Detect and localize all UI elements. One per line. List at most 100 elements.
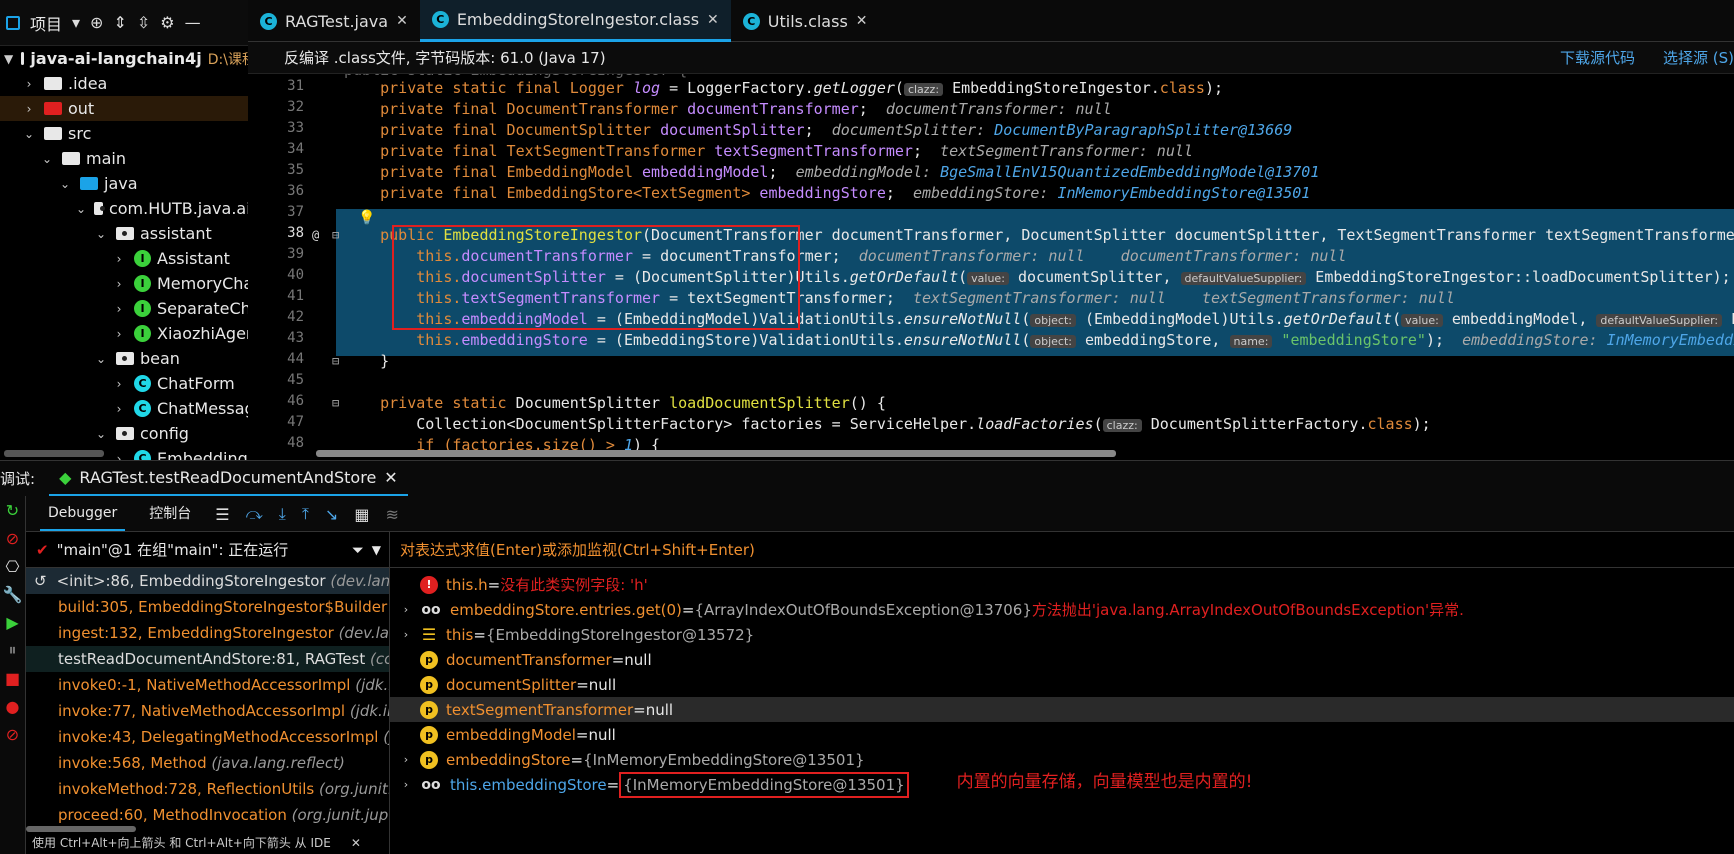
rerun-icon[interactable]: ↻	[0, 496, 25, 524]
frame-item[interactable]: invoke0:-1, NativeMethodAccessorImpl (jd…	[26, 672, 389, 698]
mute-breakpoints-icon[interactable]: ⊘	[0, 720, 25, 748]
chevron-down-icon[interactable]: ⌄	[94, 352, 108, 366]
variable-row[interactable]: p textSegmentTransformer = null	[390, 697, 1734, 722]
evaluate-icon[interactable]: ▦	[354, 505, 369, 524]
tab-console[interactable]: 控制台	[141, 495, 199, 533]
bulb-icon[interactable]: 💡	[358, 210, 375, 226]
chevron-down-icon[interactable]: ⌄	[94, 227, 108, 241]
tree-item-bean[interactable]: ⌄ bean	[0, 346, 270, 371]
choose-sources-link[interactable]: 选择源 (S)	[1663, 47, 1734, 68]
inline-value-link[interactable]: InMemoryEmbeddingStore@13501	[1607, 331, 1734, 349]
chevron-right-icon[interactable]: ›	[112, 252, 126, 266]
pause-icon[interactable]: ⏸	[0, 636, 25, 664]
close-icon[interactable]: ✕	[351, 836, 361, 850]
close-icon[interactable]: ✕	[396, 13, 408, 29]
evaluate-expression-input[interactable]: 对表达式求值(Enter)或添加监视(Ctrl+Shift+Enter)	[390, 532, 1734, 568]
inline-value-link[interactable]: BgeSmallEnV15QuantizedEmbeddingModel@137…	[940, 163, 1319, 181]
frame-item[interactable]: proceed:60, MethodInvocation (org.junit.…	[26, 802, 389, 828]
chevron-down-icon[interactable]: ⌄	[22, 127, 36, 141]
camera-icon[interactable]: ⎔	[0, 552, 25, 580]
tree-item-idea[interactable]: › .idea	[0, 71, 270, 96]
tree-item-assistant[interactable]: ⌄ assistant	[0, 221, 270, 246]
step-into-icon[interactable]: ⤓	[279, 504, 286, 524]
chevron-down-icon[interactable]: ⌄	[76, 202, 86, 216]
settings-gear-icon[interactable]: ⚙	[160, 13, 174, 32]
view-breakpoints-icon[interactable]: ●	[0, 692, 25, 720]
tree-item-config[interactable]: ⌄ config	[0, 421, 270, 446]
frame-item[interactable]: invoke:77, NativeMethodAccessorImpl (jdk…	[26, 698, 389, 724]
tree-item-java[interactable]: ⌄ java	[0, 171, 270, 196]
thread-selector[interactable]: ✔ "main"@1 在组"main": 正在运行 ⏷ ▼	[26, 532, 389, 568]
variable-row[interactable]: ! this.h = 没有此类实例字段: 'h'	[390, 572, 1734, 597]
tree-item-out[interactable]: › out	[0, 96, 270, 121]
tree-item-memorychat[interactable]: › I MemoryChat	[0, 271, 270, 296]
tree-item-package[interactable]: ⌄ com.HUTB.java.ai.la	[0, 196, 270, 221]
tree-item-chatmessage[interactable]: › C ChatMessage	[0, 396, 270, 421]
filter-icon[interactable]: ⏷	[352, 541, 364, 559]
variable-row[interactable]: p embeddingModel = null	[390, 722, 1734, 747]
chevron-down-icon[interactable]: ⌄	[94, 427, 108, 441]
stop-icon[interactable]: ■	[0, 664, 25, 692]
inline-value-link[interactable]: DocumentByParagraphSplitter@13669	[994, 121, 1292, 139]
chevron-right-icon[interactable]: ›	[22, 77, 36, 91]
code-editor[interactable]: 31 32 33 34 35 36 37 38 39 40 41 42 43 4…	[248, 74, 1734, 460]
tab-embeddingstoreingestor[interactable]: C EmbeddingStoreIngestor.class ✕	[419, 0, 731, 42]
project-title[interactable]: 项目	[30, 11, 62, 35]
step-out-icon[interactable]: ⤒	[302, 504, 309, 524]
chevron-down-icon[interactable]: ⌄	[40, 152, 54, 166]
settings-icon[interactable]: 🔧	[0, 580, 25, 608]
close-icon[interactable]: ✕	[856, 13, 868, 29]
frames-scrollbar[interactable]	[26, 826, 136, 832]
variable-row[interactable]: p documentSplitter = null	[390, 672, 1734, 697]
chevron-right-icon[interactable]: ›	[396, 628, 416, 641]
chevron-down-icon[interactable]: ▼	[4, 52, 13, 66]
dropdown-icon[interactable]: ▾	[72, 13, 80, 32]
hide-panel-icon[interactable]: —	[185, 13, 201, 32]
tab-utils[interactable]: C Utils.class ✕	[731, 0, 880, 42]
tree-item-xiaozhiagent[interactable]: › I XiaozhiAgent	[0, 321, 270, 346]
chevron-right-icon[interactable]: ›	[112, 302, 126, 316]
chevron-right-icon[interactable]: ›	[112, 402, 126, 416]
variable-row[interactable]: › oo embeddingStore.entries.get(0) = {Ar…	[390, 597, 1734, 622]
frame-item[interactable]: ingest:132, EmbeddingStoreIngestor (dev.…	[26, 620, 389, 646]
run-to-cursor-icon[interactable]: ↘	[325, 505, 338, 524]
menu-icon[interactable]: ☰	[215, 505, 229, 524]
editor-hscrollbar[interactable]	[316, 450, 1116, 457]
tab-ragtest[interactable]: C RAGTest.java ✕	[248, 0, 420, 42]
frame-item[interactable]: testReadDocumentAndStore:81, RAGTest (co	[26, 646, 389, 672]
close-icon[interactable]: ✕	[384, 468, 397, 487]
step-over-icon[interactable]: ⤼	[246, 504, 263, 524]
step-icon[interactable]: ⊘	[0, 524, 25, 552]
tab-run-config[interactable]: ◆ RAGTest.testReadDocumentAndStore ✕	[49, 461, 408, 497]
download-sources-link[interactable]: 下载源代码	[1560, 47, 1635, 68]
project-hscrollbar[interactable]	[4, 450, 104, 457]
tree-item-assistant-class[interactable]: › I Assistant	[0, 246, 270, 271]
expand-all-icon[interactable]: ⇕	[113, 13, 126, 32]
variable-row[interactable]: › ☰ this = {EmbeddingStoreIngestor@13572…	[390, 622, 1734, 647]
chevron-right-icon[interactable]: ›	[112, 277, 126, 291]
chevron-right-icon[interactable]: ›	[396, 603, 416, 616]
chevron-down-icon[interactable]: ⌄	[58, 177, 72, 191]
frame-item[interactable]: invokeMethod:728, ReflectionUtils (org.j…	[26, 776, 389, 802]
chevron-right-icon[interactable]: ›	[112, 377, 126, 391]
tree-item-src[interactable]: ⌄ src	[0, 121, 270, 146]
tab-debugger[interactable]: Debugger	[40, 497, 126, 531]
resume-icon[interactable]: ▶	[0, 608, 25, 636]
frame-item[interactable]: invoke:43, DelegatingMethodAccessorImpl …	[26, 724, 389, 750]
frame-item[interactable]: invoke:568, Method (java.lang.reflect)	[26, 750, 389, 776]
variable-row[interactable]: p documentTransformer = null	[390, 647, 1734, 672]
frame-item[interactable]: ↺ <init>:86, EmbeddingStoreIngestor (dev.…	[26, 568, 389, 594]
chevron-right-icon[interactable]: ›	[22, 102, 36, 116]
variable-row[interactable]: › oo this.embeddingStore = {InMemoryEmbe…	[390, 771, 1734, 798]
tree-item-chatform[interactable]: › C ChatForm	[0, 371, 270, 396]
chevron-right-icon[interactable]: ›	[112, 452, 126, 461]
collapse-all-icon[interactable]: ⇳	[137, 13, 150, 32]
inline-value-link[interactable]: InMemoryEmbeddingStore@13501	[1057, 184, 1310, 202]
chevron-right-icon[interactable]: ›	[396, 778, 416, 791]
tree-item-main[interactable]: ⌄ main	[0, 146, 270, 171]
chevron-right-icon[interactable]: ›	[396, 753, 416, 766]
chevron-right-icon[interactable]: ›	[112, 327, 126, 341]
locate-icon[interactable]: ⊕	[90, 13, 103, 32]
frame-item[interactable]: build:305, EmbeddingStoreIngestor$Builde…	[26, 594, 389, 620]
chevron-down-icon[interactable]: ▼	[372, 543, 381, 557]
